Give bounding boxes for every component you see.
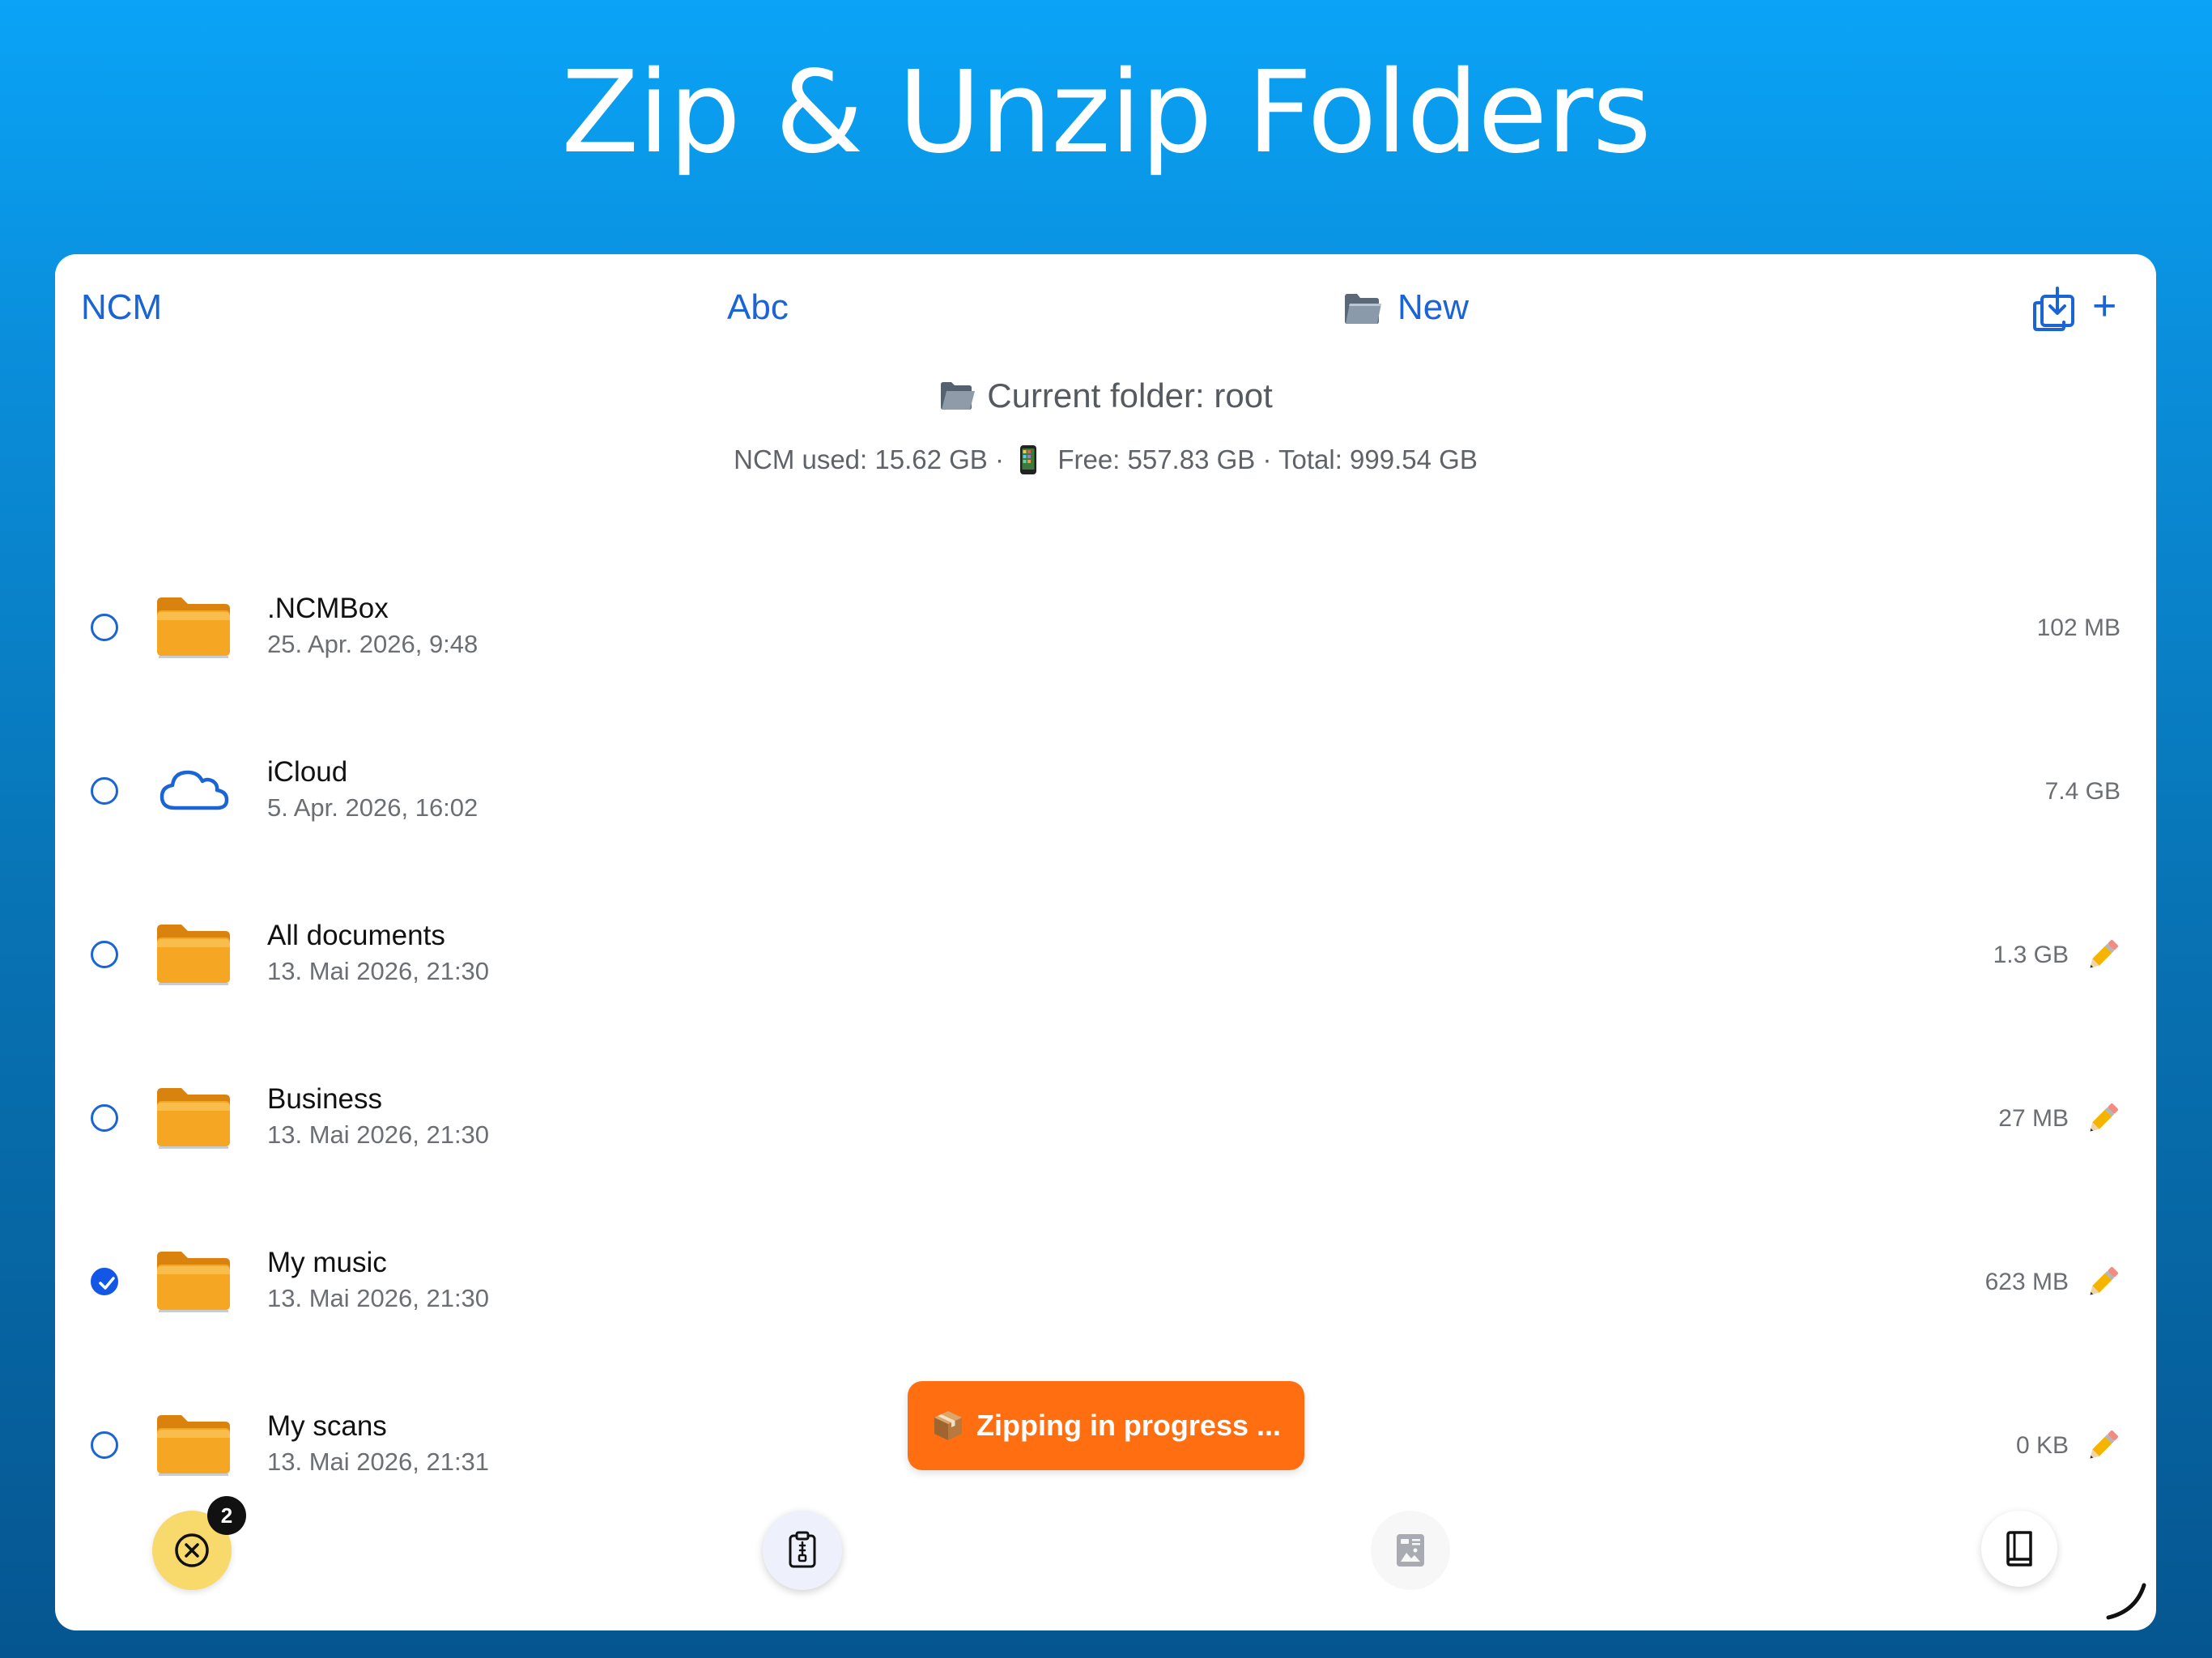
item-size: 7.4 GB <box>2044 778 2121 805</box>
current-folder-text: Current folder: root <box>987 376 1273 414</box>
x-circle-icon <box>175 1533 209 1567</box>
folder-icon <box>157 1252 230 1312</box>
folder-icon <box>157 597 230 658</box>
sort-button[interactable]: Abc <box>727 285 789 330</box>
item-date: 25. Apr. 2026, 9:48 <box>267 630 479 658</box>
item-date: 13. Mai 2026, 21:30 <box>267 1120 490 1149</box>
select-radio[interactable] <box>91 941 118 968</box>
new-label: New <box>1397 287 1470 327</box>
current-folder-label: Current folder: root <box>55 374 2156 418</box>
pencil-icon[interactable] <box>2083 1426 2122 1465</box>
book-button[interactable] <box>1981 1511 2057 1587</box>
new-folder-button[interactable]: New <box>1342 285 1469 330</box>
storage-info: NCM used: 15.62 GB · Free: 557.83 GB · T… <box>55 442 2156 478</box>
folder-icon <box>157 1088 230 1149</box>
book-icon <box>2006 1531 2032 1567</box>
item-size: 27 MB <box>1998 1105 2069 1132</box>
item-size: 1.3 GB <box>1993 942 2069 968</box>
ncm-button[interactable]: NCM <box>81 285 162 330</box>
package-icon <box>934 1411 962 1440</box>
pencil-icon[interactable] <box>2083 1263 2122 1302</box>
item-name: Business <box>267 1083 383 1115</box>
zip-button[interactable] <box>763 1511 842 1590</box>
item-size: 0 KB <box>2015 1432 2069 1459</box>
item-name: My scans <box>267 1410 387 1442</box>
photo-document-icon <box>1397 1534 1424 1567</box>
item-date: 13. Mai 2026, 21:31 <box>267 1448 490 1476</box>
tray-import-icon[interactable] <box>2031 285 2079 334</box>
resize-handle-icon[interactable] <box>2104 1575 2152 1624</box>
headline: Zip & Unzip Folders <box>561 47 1651 179</box>
pencil-icon[interactable] <box>2083 1099 2122 1138</box>
item-name: My music <box>267 1247 387 1278</box>
pencil-icon[interactable] <box>2083 936 2122 975</box>
free-total-text: Free: 557.83 GB · Total: 999.54 GB <box>1057 444 1478 474</box>
document-image-button[interactable] <box>1371 1511 1450 1590</box>
folder-icon <box>157 1415 230 1476</box>
select-radio[interactable] <box>91 1104 118 1132</box>
item-size: 623 MB <box>1984 1269 2069 1295</box>
zip-file-icon <box>789 1531 816 1568</box>
folder-icon <box>157 925 230 985</box>
selection-count-badge: 2 <box>207 1496 246 1535</box>
list-item[interactable]: .NCMBox 25. Apr. 2026, 9:48 102 MB <box>55 546 2156 708</box>
zipping-progress-toast: Zipping in progress ... <box>908 1381 1304 1470</box>
item-date: 13. Mai 2026, 21:30 <box>267 1284 490 1312</box>
checkmark-icon <box>99 1277 115 1290</box>
cloud-icon <box>160 770 229 810</box>
item-name: iCloud <box>267 756 348 788</box>
list-item[interactable]: My music 13. Mai 2026, 21:30 623 MB <box>55 1200 2156 1362</box>
select-radio-checked[interactable] <box>91 1268 118 1295</box>
add-button[interactable]: + <box>2092 282 2116 330</box>
file-browser-card: NCM Abc New + Current folder: root NCM u… <box>55 254 2156 1630</box>
phone-icon <box>1020 445 1037 474</box>
item-date: 5. Apr. 2026, 16:02 <box>267 793 479 822</box>
open-folder-icon <box>941 382 976 410</box>
toolbar: NCM Abc New + <box>55 254 2156 359</box>
item-date: 13. Mai 2026, 21:30 <box>267 957 490 985</box>
folder-icon <box>1345 294 1381 324</box>
ncm-used-text: NCM used: 15.62 GB · <box>734 444 1004 474</box>
toast-text: Zipping in progress ... <box>976 1409 1281 1442</box>
item-name: .NCMBox <box>267 593 389 624</box>
select-radio[interactable] <box>91 777 118 805</box>
list-item[interactable]: All documents 13. Mai 2026, 21:30 1.3 GB <box>55 873 2156 1035</box>
item-name: All documents <box>267 920 445 951</box>
select-radio[interactable] <box>91 614 118 641</box>
list-item[interactable]: Business 13. Mai 2026, 21:30 27 MB <box>55 1036 2156 1198</box>
item-size: 102 MB <box>2036 614 2121 641</box>
list-item[interactable]: iCloud 5. Apr. 2026, 16:02 7.4 GB <box>55 709 2156 871</box>
select-radio[interactable] <box>91 1431 118 1459</box>
